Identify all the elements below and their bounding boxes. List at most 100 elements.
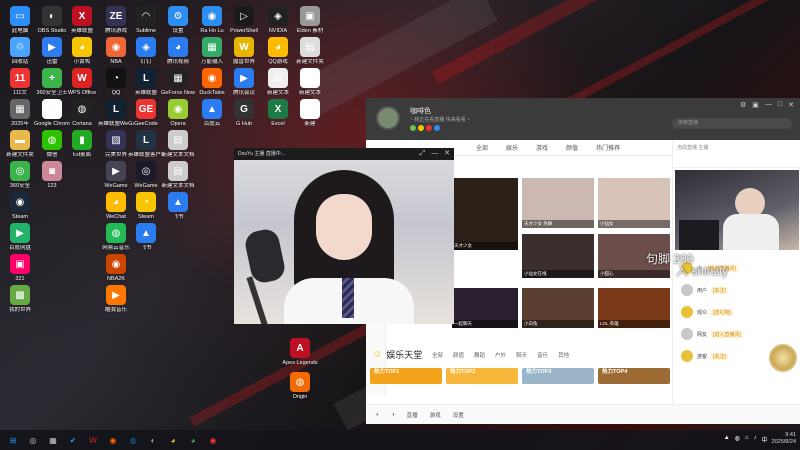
video-control-icon[interactable]: — [431,148,438,160]
taskbar-app-icon[interactable]: ◉ [206,433,220,447]
desktop-icon[interactable]: ▤ 新建文件夹 [294,37,326,65]
desktop-icon[interactable]: ♲ 回收站 [4,37,36,65]
chat-avatar[interactable] [681,350,693,362]
desktop-icon[interactable]: W WPS Office [66,68,98,96]
desktop-icon[interactable]: ▤ 新建文本文档 [161,130,195,158]
tray-icon[interactable]: ♪ [754,435,757,444]
desktop-icon[interactable]: X Excel [262,99,294,127]
nav-tab[interactable]: 娱乐 [506,143,518,152]
desktop-icon[interactable]: ▲ 飞书 [162,192,194,220]
tray-icon[interactable]: ◍ [735,435,740,444]
desktop-icon[interactable]: ◍ Cortana [66,99,98,127]
desktop-icon[interactable]: ◙ 123 [36,161,68,189]
bottom-bar-item[interactable]: 设置 [453,411,464,419]
stream-thumbnail[interactable]: 小白兔 [522,288,594,328]
floating-video-window[interactable]: DouYu 主播 直播中... ⤢ — ✕ [234,148,454,324]
stream-thumbnail[interactable]: 一起聊天 [452,288,518,328]
taskbar-app-icon[interactable]: ◕ [166,433,180,447]
section-tab[interactable]: 其他 [558,351,569,359]
desktop-icon[interactable]: ▶ 腾讯会议 [228,68,260,96]
desktop-icon[interactable]: ▦ 万能输入 [196,37,228,65]
taskbar-app-icon[interactable]: ▦ [46,433,60,447]
stream-thumbnail[interactable]: 天才少女 热舞 [522,178,594,228]
taskbar-app-icon[interactable]: ◍ [126,433,140,447]
desktop-icon[interactable]: ▩ 我的世界 [4,285,36,313]
chat-avatar[interactable] [681,328,693,340]
section-tab[interactable]: 颜值 [453,351,464,359]
desktop-icon[interactable]: ▲ 飞书 [130,223,162,251]
desktop-icon[interactable]: ▦ 2025年 [4,99,36,127]
desktop-icon[interactable]: 11 111文 [4,68,36,96]
desktop-icon[interactable]: ◉ DuckTales [196,68,228,96]
desktop-icon[interactable]: W 魔兽世界 [228,37,260,65]
desktop-icon[interactable]: ◕ 小黄鸭 [66,37,98,65]
desktop-icon[interactable]: ▶ 百度网盘 [4,223,36,251]
desktop-icon[interactable]: ▤ 新建文本 [294,68,326,96]
desktop-icon[interactable]: ▮ lcd桌面 [66,130,98,158]
chat-avatar[interactable] [681,306,693,318]
tray-icon[interactable]: 中 [762,435,768,444]
desktop-icon[interactable]: ⚙ 设置 [162,6,194,34]
desktop-icon[interactable]: ◉ Steam [4,192,36,220]
desktop-icon[interactable]: X 英雄联盟 [66,6,98,34]
clock[interactable]: 9:41 2025/8/24 [772,432,796,446]
section-tab[interactable]: 舞蹈 [474,351,485,359]
window-control-icon[interactable]: ⚙ [740,101,746,109]
window-control-icon[interactable]: □ [778,101,782,109]
desktop-icon[interactable]: L 英雄联盟 [130,68,162,96]
live-preview-video[interactable] [675,170,799,250]
nav-tab[interactable]: 热门推荐 [596,143,620,152]
desktop-icon[interactable]: ▦ GeForce Now [161,68,195,96]
desktop-icon[interactable]: ◠ Sublime [130,6,162,34]
desktop-icon[interactable]: ▷ PowerShell [228,6,260,34]
tray-icon[interactable]: ⌂ [745,435,749,444]
desktop-icon[interactable]: ▤ 新建文本文档 [161,161,195,189]
section-tab[interactable]: 户外 [495,351,506,359]
taskbar-app-icon[interactable]: ✔ [66,433,80,447]
desktop-icon[interactable]: GE GeeCode [130,99,162,127]
desktop-icon[interactable]: ◉ Opera [162,99,194,127]
desktop-icon[interactable]: ◕ QQ游戏 [262,37,294,65]
desktop-icon[interactable]: L 英雄联盟客户端 [128,130,164,158]
desktop-icon[interactable]: ◈ 钉钉 [130,37,162,65]
desktop-icon[interactable]: ▣ Elden 素材 [294,6,326,34]
nav-tab[interactable]: 全部 [476,143,488,152]
desktop-icon[interactable]: ◉ NBA2K [100,254,132,282]
top-rank-card[interactable]: 热力TOP4 [598,368,670,384]
desktop-icon[interactable]: ◈ NVIDIA [262,6,294,34]
window-control-icon[interactable]: — [765,101,772,109]
desktop-icon[interactable]: A Apex Legends [282,338,318,366]
desktop-icon[interactable]: ▥ 新建 [294,99,326,127]
app-search-input[interactable]: 搜索直播 [672,118,792,129]
user-avatar[interactable] [376,106,400,130]
nav-tab[interactable]: 颜值 [566,143,578,152]
taskbar-app-icon[interactable]: ◎ [26,433,40,447]
section-tab[interactable]: 全部 [432,351,443,359]
bottom-bar-item[interactable]: ◐ [376,412,379,418]
desktop-icon[interactable]: ▭ 此电脑 [4,6,36,34]
stream-thumbnail[interactable]: 小仙女 [598,178,670,228]
desktop-icon[interactable]: ◎ 360安全 [4,161,36,189]
taskbar-app-icon[interactable]: W [86,433,100,447]
chat-avatar[interactable] [681,284,693,296]
bottom-bar-item[interactable]: 游戏 [430,411,441,419]
tray-icon[interactable]: ▲ [724,435,730,444]
desktop-icon[interactable]: ◔ Steam [130,192,162,220]
desktop-icon[interactable]: ▲ 百度云 [196,99,228,127]
desktop-icon[interactable]: ◕ 腾讯视频 [162,37,194,65]
window-control-icon[interactable]: ✕ [788,101,794,109]
taskbar-app-icon[interactable]: ◐ [146,433,160,447]
taskbar-app-icon[interactable]: ◕ [186,433,200,447]
desktop-icon[interactable]: ◍ Origin [284,372,316,400]
desktop-icon[interactable]: ▶ 酷我音乐 [100,285,132,313]
top-rank-card[interactable]: 热力TOP3 [522,368,594,384]
stream-thumbnail[interactable]: 天才少女 [452,178,518,250]
video-control-icon[interactable]: ⤢ [420,148,426,160]
desktop-icon[interactable]: ▤ 新建文本 [262,68,294,96]
top-rank-card[interactable]: 热力TOP2 [446,368,518,384]
window-control-icon[interactable]: ▣ [752,101,759,109]
bottom-bar-item[interactable]: ◑ [391,412,394,418]
desktop-icon[interactable]: ▬ 新建文件夹 [4,130,36,158]
desktop-icon[interactable]: ◉ Ra Ho Lu [196,6,228,34]
streamer-avatar[interactable] [769,344,797,372]
